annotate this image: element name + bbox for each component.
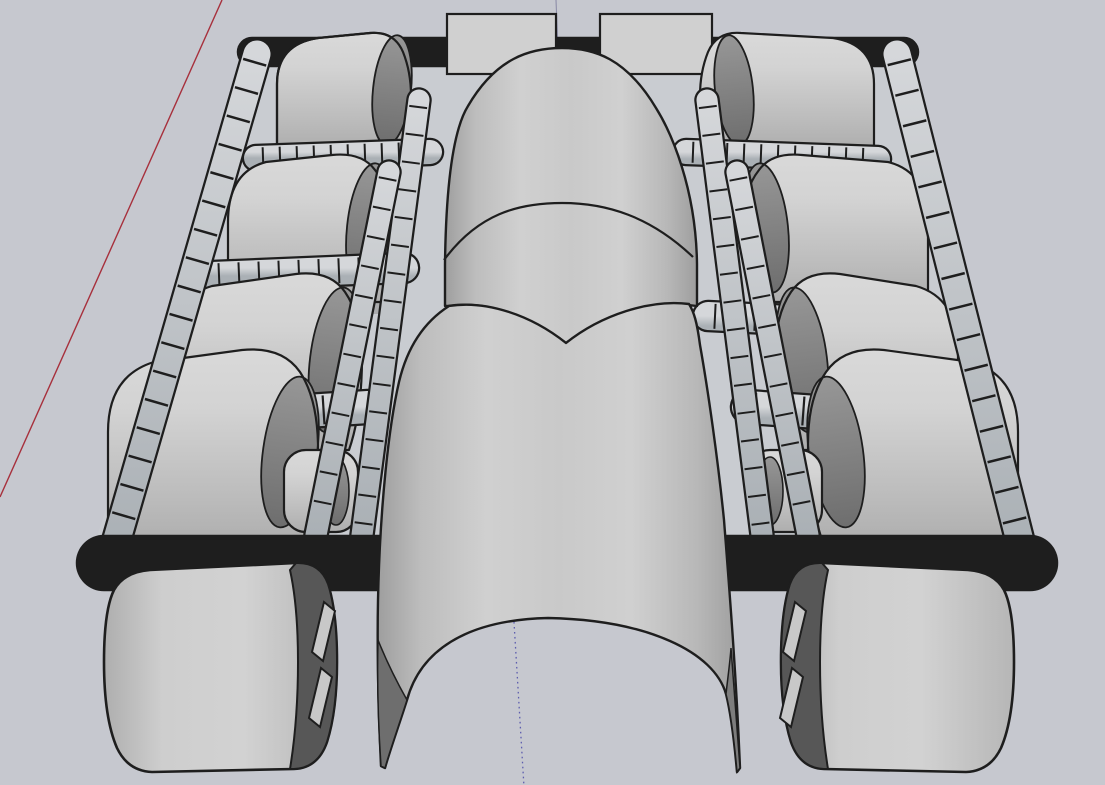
- front-left-wheel[interactable]: [104, 563, 337, 772]
- cylinder-row1-left[interactable]: [277, 33, 417, 148]
- cylinder-row1-right[interactable]: [700, 33, 874, 148]
- model-scene-svg[interactable]: [0, 0, 1105, 785]
- viewport-canvas[interactable]: [0, 0, 1105, 785]
- front-right-wheel[interactable]: [780, 563, 1014, 772]
